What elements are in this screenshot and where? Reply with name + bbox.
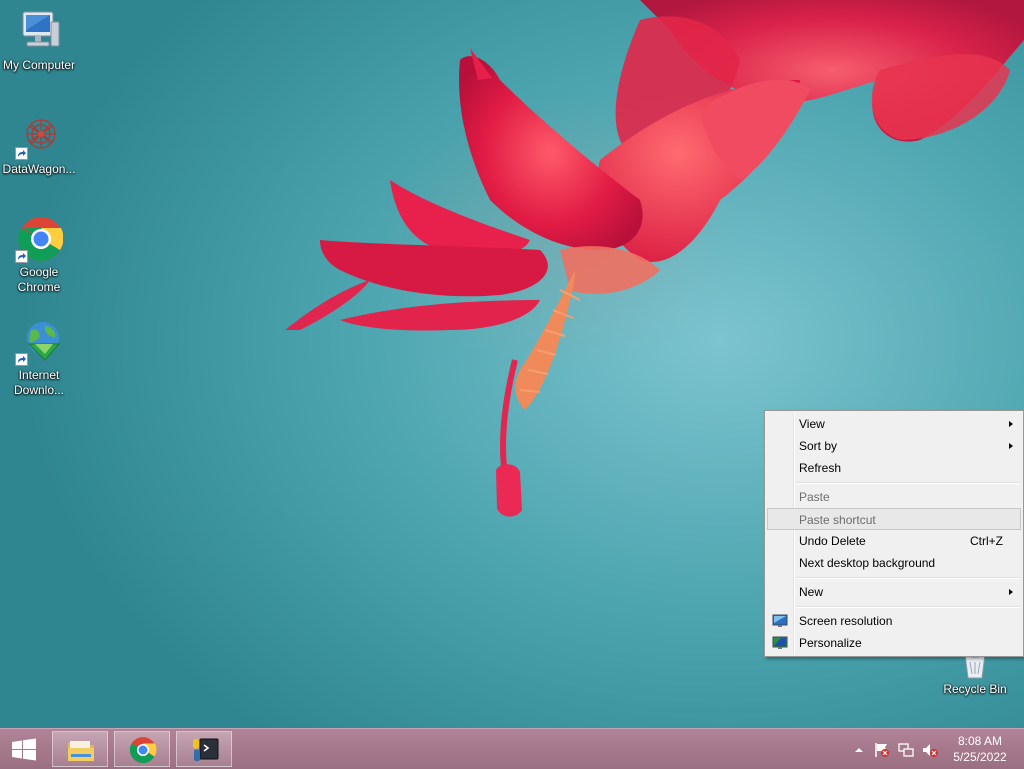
desktop-icon-label: DataWagon... bbox=[2, 162, 76, 176]
taskbar-file-explorer-button[interactable] bbox=[52, 731, 108, 767]
menu-separator bbox=[796, 577, 1020, 579]
action-center-flag-icon[interactable] bbox=[873, 741, 891, 759]
taskbar: 8:08 AM 5/25/2022 bbox=[0, 728, 1024, 769]
menu-item-label: New bbox=[799, 585, 824, 599]
menu-item-next-desktop-background[interactable]: Next desktop background bbox=[767, 552, 1021, 574]
menu-item-label: Sort by bbox=[799, 439, 838, 453]
menu-item-shortcut: Ctrl+Z bbox=[970, 534, 1003, 548]
menu-item-view[interactable]: View bbox=[767, 413, 1021, 435]
desktop-icon-my-computer[interactable]: My Computer bbox=[1, 8, 77, 73]
menu-separator bbox=[796, 606, 1020, 608]
start-button[interactable] bbox=[4, 735, 44, 765]
menu-item-label: Paste bbox=[799, 490, 830, 504]
my-computer-icon bbox=[15, 8, 63, 56]
submenu-arrow-icon bbox=[1009, 421, 1013, 427]
shortcut-arrow-icon bbox=[15, 147, 28, 160]
internet-download-manager-icon bbox=[15, 318, 63, 366]
menu-item-screen-resolution[interactable]: Screen resolution bbox=[767, 610, 1021, 632]
menu-item-new[interactable]: New bbox=[767, 581, 1021, 603]
shortcut-arrow-icon bbox=[15, 250, 28, 263]
clock-time: 8:08 AM bbox=[957, 734, 1003, 748]
personalize-icon bbox=[772, 635, 788, 651]
network-icon[interactable] bbox=[897, 741, 915, 759]
screen-resolution-icon bbox=[772, 613, 788, 629]
menu-item-label: Personalize bbox=[799, 636, 862, 650]
menu-item-label: View bbox=[799, 417, 825, 431]
menu-separator bbox=[796, 482, 1020, 484]
menu-item-refresh[interactable]: Refresh bbox=[767, 457, 1021, 479]
clock-date: 5/25/2022 bbox=[953, 750, 1007, 764]
desktop-icon-google-chrome[interactable]: Google Chrome bbox=[1, 215, 77, 295]
menu-item-label: Paste shortcut bbox=[799, 513, 876, 527]
show-hidden-icons-arrow[interactable] bbox=[850, 741, 868, 759]
desktop-icon-label: Chrome bbox=[17, 280, 61, 294]
menu-item-undo-delete[interactable]: Undo Delete Ctrl+Z bbox=[767, 530, 1021, 552]
python-icon bbox=[193, 738, 219, 762]
taskbar-chrome-button[interactable] bbox=[114, 731, 170, 767]
chrome-icon bbox=[129, 737, 157, 764]
desktop-icon-label: Internet bbox=[18, 368, 60, 382]
taskbar-python-button[interactable] bbox=[176, 731, 232, 767]
windows-logo-icon bbox=[12, 738, 36, 761]
menu-item-personalize[interactable]: Personalize bbox=[767, 632, 1021, 654]
desktop-icon-internet-download-manager[interactable]: Internet Downlo... bbox=[1, 318, 77, 398]
menu-item-sort-by[interactable]: Sort by bbox=[767, 435, 1021, 457]
desktop-icon-recycle-bin[interactable]: Recycle Bin bbox=[937, 650, 1013, 697]
menu-item-paste[interactable]: Paste bbox=[767, 486, 1021, 508]
submenu-arrow-icon bbox=[1009, 443, 1013, 449]
datawagon-icon bbox=[15, 112, 63, 160]
volume-muted-icon[interactable] bbox=[921, 741, 939, 759]
menu-item-label: Refresh bbox=[799, 461, 842, 475]
folder-icon bbox=[68, 741, 94, 761]
submenu-arrow-icon bbox=[1009, 589, 1013, 595]
desktop-icon-label: Downlo... bbox=[13, 383, 65, 397]
menu-item-label: Next desktop background bbox=[799, 556, 936, 570]
menu-item-label: Undo Delete bbox=[799, 534, 866, 548]
taskbar-clock[interactable]: 8:08 AM 5/25/2022 bbox=[944, 733, 1016, 765]
menu-item-label: Screen resolution bbox=[799, 614, 893, 628]
chrome-icon bbox=[15, 215, 64, 263]
shortcut-arrow-icon bbox=[15, 353, 28, 366]
desktop-icon-datawagon[interactable]: DataWagon... bbox=[1, 112, 77, 177]
desktop-icon-label: My Computer bbox=[2, 58, 76, 72]
menu-item-paste-shortcut[interactable]: Paste shortcut bbox=[767, 508, 1021, 530]
desktop-icon-label: Recycle Bin bbox=[943, 682, 1007, 696]
desktop-icon-label: Google bbox=[19, 265, 59, 279]
desktop-context-menu: View Sort by Refresh Paste Paste shortcu… bbox=[764, 410, 1024, 657]
